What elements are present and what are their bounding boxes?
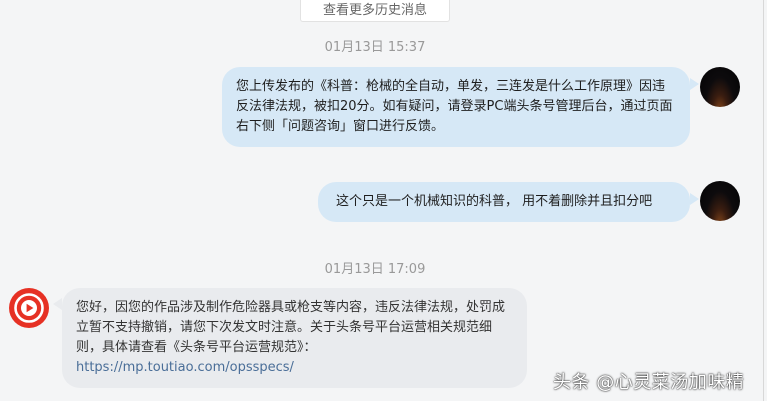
- watermark: 头条 @心灵菜汤加味精: [553, 372, 745, 393]
- message-text: 您好，因您的作品涉及制作危险器具或枪支等内容，违反法律法规，处罚成立暂不支持撤销…: [76, 300, 506, 355]
- message-bubble: 您好，因您的作品涉及制作危险器具或枪支等内容，违反法律法规，处罚成立暂不支持撤销…: [62, 288, 527, 388]
- message-bubble: 这个只是一个机械知识的科普， 用不着删除并且扣分吧: [318, 182, 690, 222]
- history-button[interactable]: 查看更多历史消息: [300, 0, 450, 22]
- user-avatar[interactable]: [700, 181, 740, 221]
- bubble-tail: [53, 298, 62, 310]
- message-text: 这个只是一个机械知识的科普， 用不着删除并且扣分吧: [336, 194, 653, 209]
- scrollbar-track[interactable]: [763, 0, 764, 401]
- user-avatar[interactable]: [700, 67, 740, 107]
- bubble-tail: [690, 193, 699, 205]
- timestamp: 01月13日 15:37: [324, 40, 426, 55]
- bubble-tail: [690, 78, 699, 90]
- message-link[interactable]: https://mp.toutiao.com/opsspecs/: [76, 360, 294, 375]
- system-avatar[interactable]: [9, 288, 49, 328]
- message-text: 您上传发布的《科普：枪械的全自动，单发，三连发是什么工作原理》因违反法律法规，被…: [236, 79, 673, 134]
- play-icon: [14, 293, 44, 323]
- timestamp: 01月13日 17:09: [324, 262, 426, 277]
- message-bubble: 您上传发布的《科普：枪械的全自动，单发，三连发是什么工作原理》因违反法律法规，被…: [222, 67, 690, 147]
